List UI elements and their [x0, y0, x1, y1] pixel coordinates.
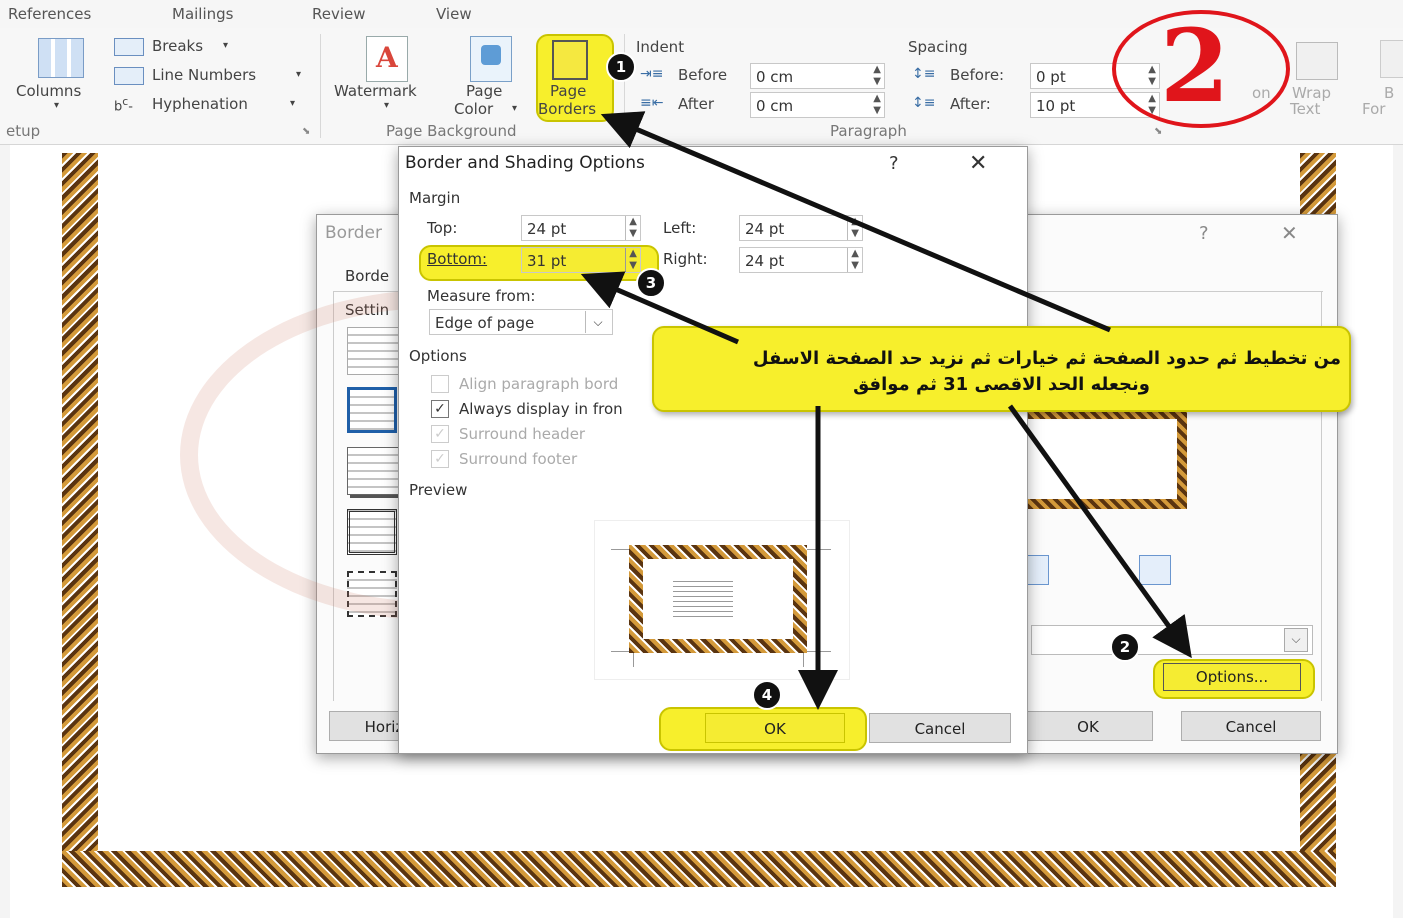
step-badge-4: 4	[752, 680, 782, 710]
arrow-callout-to-page-borders	[600, 111, 1111, 333]
step-badge-3: 3	[636, 268, 666, 298]
arrow-callout-to-options	[1007, 404, 1192, 659]
step-badge-1: 1	[606, 52, 636, 82]
step-badge-2: 2	[1110, 632, 1140, 662]
annotation-arrows	[580, 111, 1192, 710]
